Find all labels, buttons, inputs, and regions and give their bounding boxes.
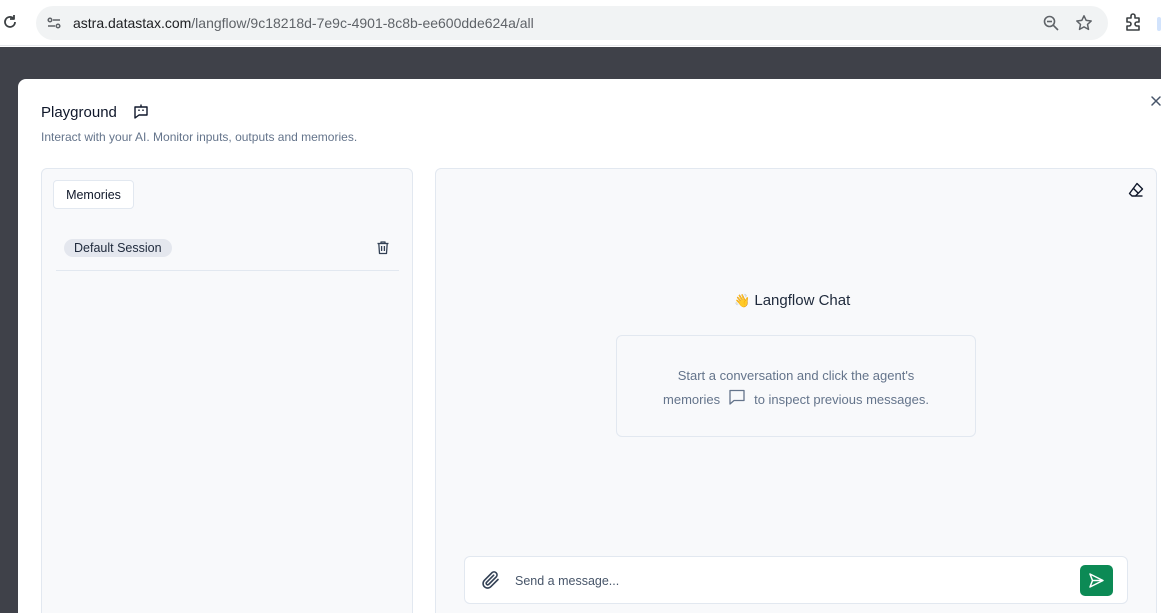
paperclip-icon[interactable] bbox=[480, 569, 502, 591]
wave-emoji: 👋 bbox=[734, 293, 751, 308]
eraser-icon[interactable] bbox=[1127, 181, 1145, 199]
zoom-icon[interactable] bbox=[1042, 14, 1060, 32]
reload-icon[interactable] bbox=[2, 12, 18, 32]
message-input[interactable] bbox=[515, 569, 1075, 593]
memories-button[interactable]: Memories bbox=[53, 180, 134, 209]
url-text[interactable]: astra.datastax.com/langflow/9c18218d-7e9… bbox=[73, 15, 534, 31]
playground-modal: Playground Interact with your AI. Monito… bbox=[18, 79, 1161, 613]
side-panel-icon[interactable] bbox=[1157, 17, 1161, 31]
message-square-icon bbox=[728, 388, 746, 406]
trash-icon[interactable] bbox=[376, 240, 390, 255]
send-icon bbox=[1089, 573, 1104, 588]
message-input-container bbox=[464, 556, 1128, 604]
hint-text-line2: memories to inspect previous messages. bbox=[617, 388, 975, 407]
chat-title-text: Langflow Chat bbox=[754, 292, 851, 309]
modal-title: Playground bbox=[41, 104, 117, 121]
address-bar[interactable]: astra.datastax.com/langflow/9c18218d-7e9… bbox=[36, 6, 1108, 40]
browser-toolbar: astra.datastax.com/langflow/9c18218d-7e9… bbox=[0, 0, 1161, 46]
hint-text-inspect: to inspect previous messages. bbox=[754, 392, 929, 407]
hint-text-memories: memories bbox=[663, 392, 721, 407]
url-domain: astra.datastax.com bbox=[73, 15, 192, 31]
hint-text-line1: Start a conversation and click the agent… bbox=[677, 368, 915, 383]
site-info-icon[interactable] bbox=[46, 15, 62, 31]
bot-message-icon bbox=[132, 103, 150, 121]
close-icon[interactable] bbox=[1149, 94, 1161, 108]
extensions-puzzle-icon[interactable] bbox=[1124, 12, 1144, 32]
chat-title: 👋 Langflow Chat bbox=[734, 292, 850, 309]
send-button[interactable] bbox=[1080, 565, 1113, 596]
bookmark-star-icon[interactable] bbox=[1075, 14, 1093, 32]
modal-description: Interact with your AI. Monitor inputs, o… bbox=[41, 130, 358, 144]
url-path: /langflow/9c18218d-7e9c-4901-8c8b-ee600d… bbox=[191, 15, 534, 31]
memories-panel: Memories Default Session bbox=[41, 168, 413, 613]
hint-box: Start a conversation and click the agent… bbox=[616, 335, 976, 437]
session-row[interactable]: Default Session bbox=[56, 229, 399, 271]
chat-panel: 👋 Langflow Chat Start a conversation and… bbox=[435, 168, 1157, 613]
session-label[interactable]: Default Session bbox=[64, 239, 172, 257]
